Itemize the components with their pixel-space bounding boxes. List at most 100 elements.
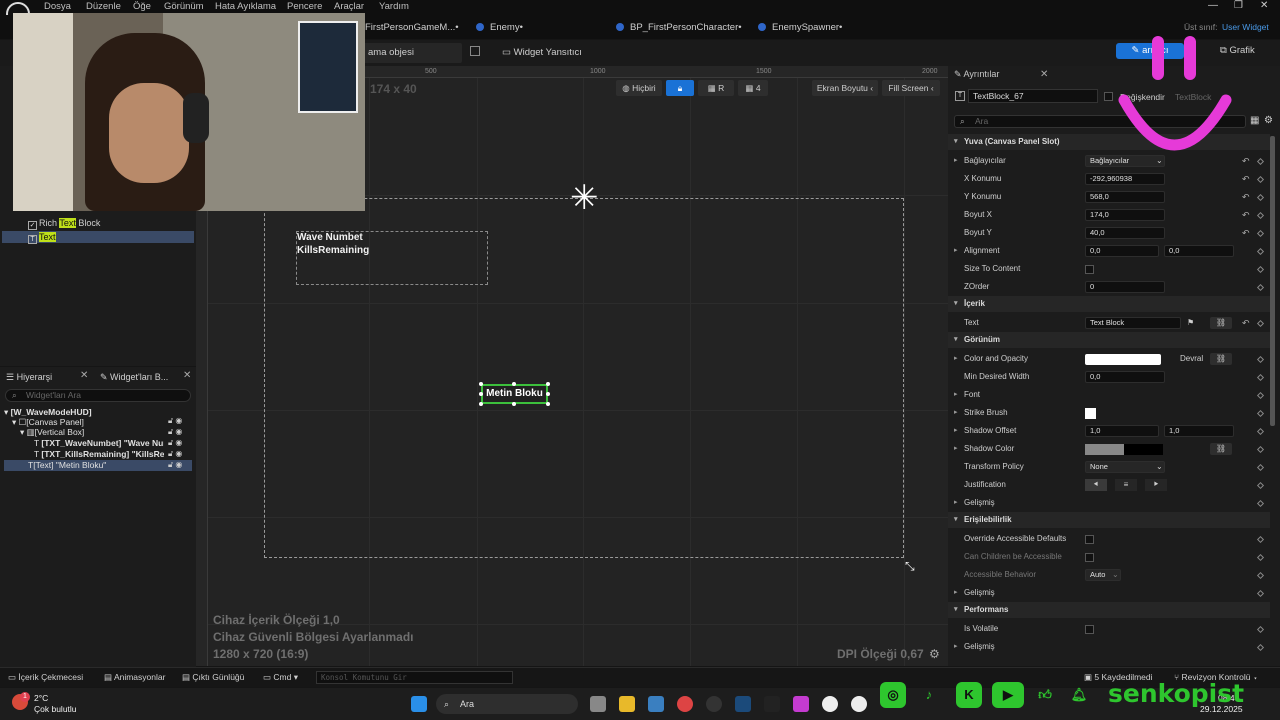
keyframe-icon[interactable] bbox=[1256, 193, 1265, 202]
widget-name-input[interactable]: TextBlock_67 bbox=[968, 89, 1098, 103]
keyframe-icon[interactable] bbox=[1256, 265, 1265, 274]
browse-icon[interactable] bbox=[470, 46, 480, 56]
file-explorer-icon[interactable] bbox=[619, 696, 635, 712]
keyframe-icon[interactable] bbox=[1256, 229, 1265, 238]
details-section[interactable]: ▾ Performans bbox=[948, 602, 1270, 618]
menu-file[interactable]: Dosya bbox=[44, 1, 71, 12]
keyframe-icon[interactable] bbox=[1256, 535, 1265, 544]
keyframe-icon[interactable] bbox=[1256, 157, 1265, 166]
checkbox[interactable] bbox=[1085, 625, 1094, 634]
task-view-icon[interactable] bbox=[590, 696, 606, 712]
expand-icon[interactable]: ▸ bbox=[954, 584, 958, 602]
lock-eye-icons[interactable]: 🔓︎ ◉ bbox=[168, 416, 182, 426]
reset-icon[interactable]: ↶ bbox=[1242, 188, 1250, 206]
bind-icon[interactable]: ⛓ bbox=[1210, 443, 1232, 455]
settings-gear-icon[interactable]: ⚙ bbox=[1264, 115, 1273, 126]
keyframe-icon[interactable] bbox=[1256, 247, 1265, 256]
keyframe-icon[interactable] bbox=[1256, 283, 1265, 292]
epic-games-icon[interactable] bbox=[764, 696, 780, 712]
property-value-field[interactable]: 1,0 bbox=[1164, 425, 1234, 437]
keyframe-icon[interactable] bbox=[1256, 463, 1265, 472]
respect-locks-toggle[interactable]: ▦ R bbox=[698, 80, 734, 96]
expand-icon[interactable]: ▸ bbox=[954, 386, 958, 404]
keyframe-icon[interactable] bbox=[1256, 589, 1265, 598]
tab-bp-first-person-character[interactable]: BP_FirstPersonCharacter• bbox=[616, 19, 742, 37]
animations-button[interactable]: ▤ Animasyonlar bbox=[104, 672, 165, 683]
property-value-field[interactable]: 174,0 bbox=[1085, 209, 1165, 221]
bind-icon[interactable]: ⛓ bbox=[1210, 353, 1232, 365]
keyframe-icon[interactable] bbox=[1256, 445, 1265, 454]
none-button[interactable]: ◍ Hiçbiri bbox=[616, 80, 662, 96]
minimize-icon[interactable]: — bbox=[1208, 0, 1218, 11]
cmd-dropdown[interactable]: ▭ Cmd ▾ bbox=[263, 672, 298, 683]
maximize-icon[interactable]: ❐ bbox=[1234, 0, 1243, 11]
menu-window[interactable]: Pencere bbox=[287, 1, 322, 12]
details-section[interactable]: ▾ Görünüm bbox=[948, 332, 1270, 348]
keyframe-icon[interactable] bbox=[1256, 319, 1265, 328]
reset-icon[interactable]: ↶ bbox=[1242, 224, 1250, 242]
app-icon[interactable] bbox=[793, 696, 809, 712]
close-icon[interactable]: ✕ bbox=[1260, 0, 1268, 11]
close-tab-icon[interactable]: ✕ bbox=[1040, 69, 1048, 80]
lock-eye-icons[interactable]: 🔓︎ ◉ bbox=[168, 427, 182, 437]
expand-icon[interactable]: ▸ bbox=[954, 440, 958, 458]
keyframe-icon[interactable] bbox=[1256, 373, 1265, 382]
resize-handle[interactable] bbox=[512, 402, 516, 406]
expand-icon[interactable]: ▸ bbox=[954, 422, 958, 440]
hierarchy-row[interactable]: ▾ ▥[Vertical Box] bbox=[4, 427, 192, 438]
expand-icon[interactable]: ▸ bbox=[954, 404, 958, 422]
menu-asset[interactable]: Öğe bbox=[133, 1, 151, 12]
table-view-icon[interactable]: ▦ bbox=[1250, 115, 1259, 126]
hierarchy-row[interactable]: T [TXT_KillsRemaining] "KillsRema bbox=[4, 449, 164, 460]
resize-handle[interactable] bbox=[479, 392, 483, 396]
checkbox[interactable] bbox=[1085, 535, 1094, 544]
frame-resize-icon[interactable]: ⤡ bbox=[905, 559, 915, 574]
close-tab-icon[interactable]: ✕ bbox=[183, 370, 191, 381]
selected-text-block[interactable]: Metin Bloku bbox=[481, 384, 548, 404]
keyframe-icon[interactable] bbox=[1256, 355, 1265, 364]
property-value-field[interactable]: None bbox=[1085, 461, 1165, 473]
palette-item-text[interactable]: T Text bbox=[2, 231, 194, 244]
hierarchy-row[interactable]: T [TXT_WaveNumbet] "Wave Num bbox=[4, 438, 164, 449]
console-input[interactable]: Konsol Komutunu Gir bbox=[316, 671, 513, 684]
content-drawer-button[interactable]: ▭ İçerik Çekmecesi bbox=[8, 672, 83, 683]
keyframe-icon[interactable] bbox=[1256, 391, 1265, 400]
palette-item-rich-text-block[interactable]: ✓ Rich Text Block bbox=[2, 217, 194, 230]
keyframe-icon[interactable] bbox=[1256, 499, 1265, 508]
expand-icon[interactable]: ▸ bbox=[954, 152, 958, 170]
keyframe-icon[interactable] bbox=[1256, 571, 1265, 580]
brush-swatch[interactable] bbox=[1085, 408, 1096, 419]
flag-icon[interactable]: ⚑ bbox=[1187, 314, 1194, 332]
keyframe-icon[interactable] bbox=[1256, 553, 1265, 562]
chrome-icon[interactable] bbox=[677, 696, 693, 712]
property-value-field[interactable]: 0 bbox=[1085, 281, 1165, 293]
wave-number-text[interactable]: Wave Numbet bbox=[297, 232, 363, 243]
property-value-field[interactable]: 40,0 bbox=[1085, 227, 1165, 239]
tab-widget-bindings[interactable]: ✎ Widget'ları B... bbox=[100, 370, 168, 384]
keyframe-icon[interactable] bbox=[1256, 175, 1265, 184]
hierarchy-row[interactable]: T[Text] "Metin Bloku" bbox=[4, 460, 192, 471]
menu-debug[interactable]: Hata Ayıklama bbox=[215, 1, 276, 12]
property-value-field[interactable]: 0,0 bbox=[1085, 371, 1165, 383]
lock-toggle[interactable]: 🔒︎ bbox=[666, 80, 694, 96]
tab-first-person-gamemode[interactable]: FirstPersonGameM...• bbox=[365, 19, 459, 37]
keyframe-icon[interactable] bbox=[1256, 481, 1265, 490]
resize-handle[interactable] bbox=[512, 382, 516, 386]
unreal-engine-icon[interactable] bbox=[851, 696, 867, 712]
shadow-color-swatch[interactable] bbox=[1085, 444, 1163, 455]
debug-object-dropdown[interactable]: ama objesi seçilmedi ▾ bbox=[362, 43, 462, 78]
keyframe-icon[interactable] bbox=[1256, 643, 1265, 652]
screen-size-dropdown[interactable]: Ekran Boyutu ‹ bbox=[812, 80, 878, 96]
property-value-field[interactable]: 0,0 bbox=[1085, 245, 1159, 257]
keyframe-icon[interactable] bbox=[1256, 427, 1265, 436]
lock-eye-icons[interactable]: 🔓︎ ◉ bbox=[168, 449, 182, 459]
keyframe-icon[interactable] bbox=[1256, 625, 1265, 634]
tab-enemy[interactable]: Enemy• bbox=[476, 19, 523, 37]
bind-icon[interactable]: ⛓ bbox=[1210, 317, 1232, 329]
justify-left-icon[interactable]: ⯇ bbox=[1085, 479, 1107, 491]
checkbox[interactable] bbox=[1085, 265, 1094, 274]
resize-handle[interactable] bbox=[546, 382, 550, 386]
store-icon[interactable] bbox=[648, 696, 664, 712]
output-log-button[interactable]: ▤ Çıktı Günlüğü bbox=[182, 672, 244, 683]
reset-icon[interactable]: ↶ bbox=[1242, 314, 1250, 332]
